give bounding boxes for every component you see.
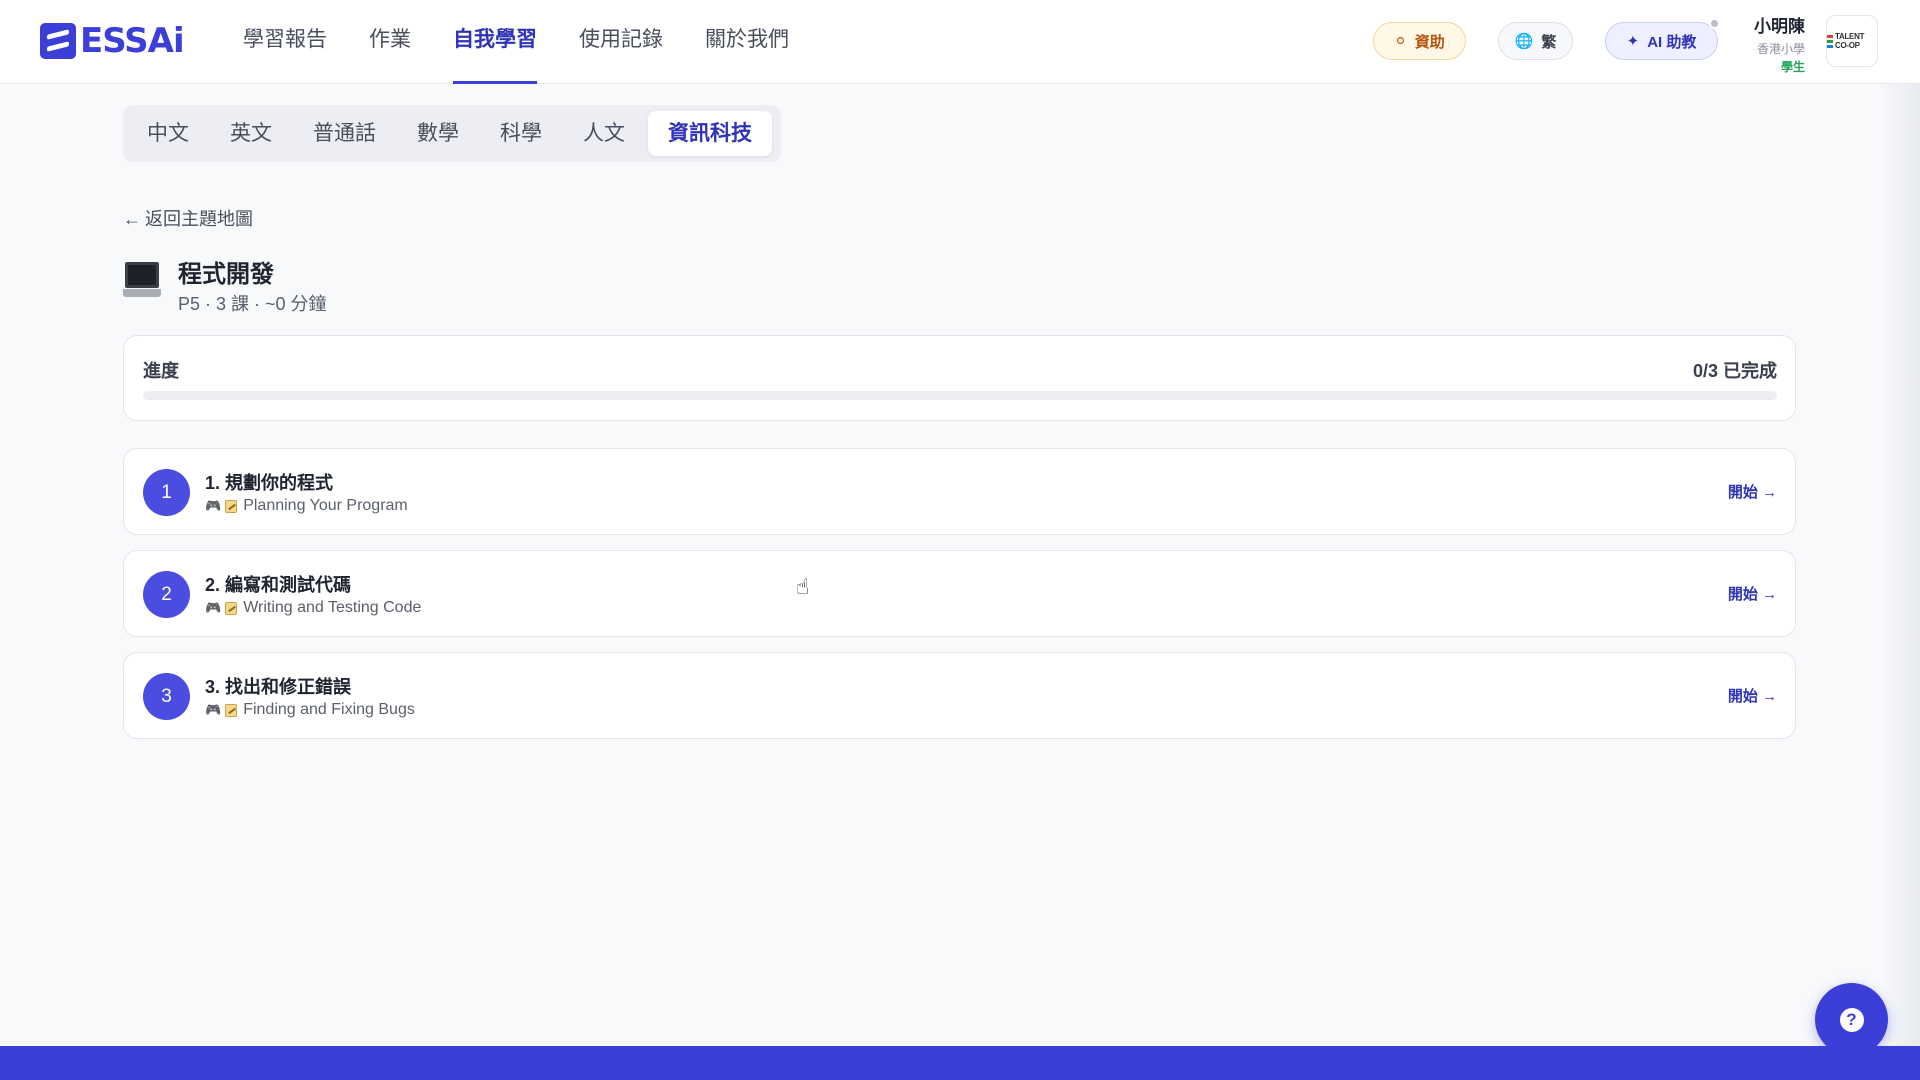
game-controller-icon: 🎮 xyxy=(205,600,222,615)
user-school: 香港小學 xyxy=(1756,42,1805,56)
arrow-left-icon: ← xyxy=(123,209,141,229)
award-icon: ⚪ xyxy=(1394,33,1407,50)
page-title: 程式開發 xyxy=(178,261,274,288)
lesson-subtitle-row: 🎮 Finding and Fixing Bugs xyxy=(205,701,415,719)
globe-icon: 🌐 xyxy=(1514,33,1534,50)
lesson-start-button[interactable]: 開始 → xyxy=(1728,481,1777,502)
laptop-icon xyxy=(123,262,161,302)
memo-icon xyxy=(225,601,238,615)
main-nav: 學習報告 作業 自我學習 使用記錄 關於我們 xyxy=(243,0,831,84)
back-label: 返回主題地圖 xyxy=(145,209,253,229)
tab-humanities[interactable]: 人文 xyxy=(565,111,643,156)
language-label: 繁 xyxy=(1541,33,1557,51)
subject-tabs: 中文 英文 普通話 數學 科學 人文 資訊科技 xyxy=(123,105,781,162)
org-logo-text: TALENT CO-OP xyxy=(1835,32,1865,50)
organization-logo[interactable]: TALENT CO-OP xyxy=(1826,15,1878,67)
lesson-card[interactable]: 3 3. 找出和修正錯誤 🎮 Finding and Fixing Bugs 開… xyxy=(123,652,1796,739)
essai-logo-text: ESSAi xyxy=(80,21,185,61)
tab-math[interactable]: 數學 xyxy=(399,111,477,156)
lesson-subtitle: Finding and Fixing Bugs xyxy=(243,701,415,718)
progress-count: 0/3 已完成 xyxy=(1692,361,1777,381)
tab-science[interactable]: 科學 xyxy=(482,111,560,156)
lesson-number-badge: 2 xyxy=(143,571,190,618)
lesson-subtitle: Planning Your Program xyxy=(243,497,408,514)
top-header: ESSAi 學習報告 作業 自我學習 使用記錄 關於我們 ⚪ 資助 🌐 繁 ✦ … xyxy=(0,0,1920,84)
hand-pointer-cursor-icon: ☝ xyxy=(796,574,810,599)
tab-english[interactable]: 英文 xyxy=(212,111,290,156)
memo-icon xyxy=(225,499,238,513)
lesson-number-badge: 1 xyxy=(143,469,190,516)
lesson-card[interactable]: 2 2. 編寫和測試代碼 🎮 Writing and Testing Code … xyxy=(123,550,1796,637)
footer-bar xyxy=(0,1046,1920,1080)
lesson-start-button[interactable]: 開始 → xyxy=(1728,583,1777,604)
org-logo-mark-icon xyxy=(1827,34,1833,49)
lesson-subtitle-row: 🎮 Writing and Testing Code xyxy=(205,599,421,617)
ai-status-dot xyxy=(1709,18,1720,29)
tab-chinese[interactable]: 中文 xyxy=(129,111,207,156)
game-controller-icon: 🎮 xyxy=(205,498,222,513)
lesson-subtitle-row: 🎮 Planning Your Program xyxy=(205,497,408,515)
progress-bar xyxy=(143,391,1777,400)
essai-logo[interactable]: ESSAi xyxy=(40,21,185,61)
lesson-title: 3. 找出和修正錯誤 xyxy=(205,677,352,697)
lesson-title: 1. 規劃你的程式 xyxy=(205,473,334,493)
sponsor-label: 資助 xyxy=(1414,33,1445,51)
user-info[interactable]: 小明陳 香港小學 學生 xyxy=(1745,12,1805,75)
user-role: 學生 xyxy=(1780,60,1805,74)
question-mark-icon: ? xyxy=(1839,1007,1864,1032)
ai-tutor-label: AI 助教 xyxy=(1647,33,1697,51)
essai-logo-mark-icon xyxy=(40,23,76,59)
lesson-subtitle: Writing and Testing Code xyxy=(243,599,422,616)
game-controller-icon: 🎮 xyxy=(205,702,222,717)
language-button[interactable]: 🌐 繁 xyxy=(1498,22,1573,60)
nav-item-learning-report[interactable]: 學習報告 xyxy=(243,0,327,84)
user-name: 小明陳 xyxy=(1754,17,1805,36)
lesson-number-badge: 3 xyxy=(143,673,190,720)
progress-card: 進度 0/3 已完成 xyxy=(123,335,1796,421)
lesson-card[interactable]: 1 1. 規劃你的程式 🎮 Planning Your Program 開始 → xyxy=(123,448,1796,535)
topic-meta: P5 · 3 課 · ~0 分鐘 xyxy=(178,294,327,314)
sponsor-button[interactable]: ⚪ 資助 xyxy=(1373,22,1466,60)
magic-wand-icon: ✦ xyxy=(1626,33,1640,50)
back-to-topic-map-link[interactable]: ← 返回主題地圖 xyxy=(123,205,253,231)
scroll-edge-shadow xyxy=(1880,84,1920,1046)
tab-it[interactable]: 資訊科技 xyxy=(648,111,772,156)
nav-item-about-us[interactable]: 關於我們 xyxy=(705,0,789,84)
ai-tutor-button[interactable]: ✦ AI 助教 xyxy=(1605,22,1718,60)
nav-item-self-learning[interactable]: 自我學習 xyxy=(453,0,537,84)
memo-icon xyxy=(225,703,238,717)
lesson-start-button[interactable]: 開始 → xyxy=(1728,685,1777,706)
nav-item-usage-record[interactable]: 使用記錄 xyxy=(579,0,663,84)
nav-item-homework[interactable]: 作業 xyxy=(369,0,411,84)
tab-putonghua[interactable]: 普通話 xyxy=(295,111,394,156)
progress-label: 進度 xyxy=(143,361,179,381)
lesson-title: 2. 編寫和測試代碼 xyxy=(205,575,352,595)
